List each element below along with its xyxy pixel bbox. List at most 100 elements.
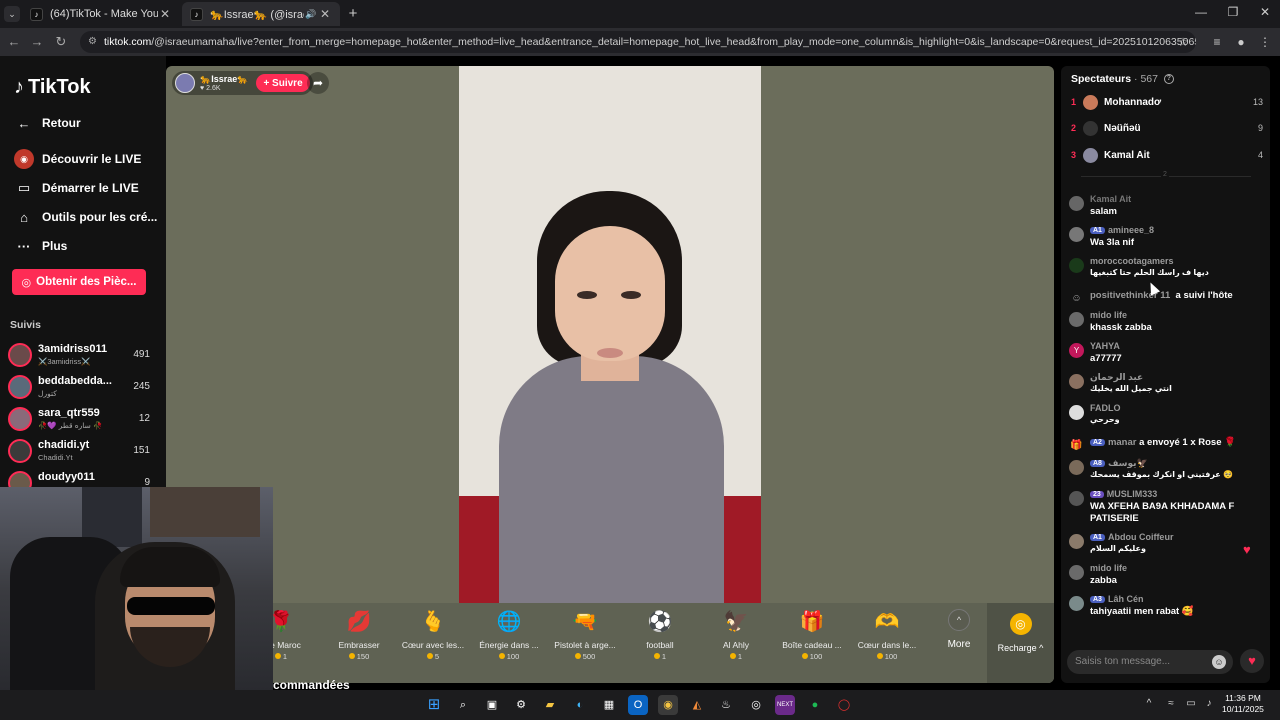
chat-username: A8 يوسف🦅 (1090, 458, 1148, 469)
tab-close-icon[interactable]: ✕ (158, 7, 172, 21)
gift-item[interactable]: 🦅 Al Ahly 1 (700, 609, 772, 669)
live-video[interactable] (459, 66, 761, 603)
avatar (8, 439, 32, 463)
taskbar-clock[interactable]: 11:36 PM 10/11/2025 (1222, 693, 1264, 715)
chat-message[interactable]: A3 Lâh Cén tahiyaatii men rabat 🥰 (1069, 594, 1265, 620)
following-account-row[interactable]: chadidi.yt Chadidi.Yt 151 (8, 437, 158, 467)
gift-username[interactable]: manar (1108, 437, 1137, 448)
video-streamer-eye (577, 291, 597, 299)
minimize-icon[interactable]: — (1186, 5, 1216, 19)
chat-message[interactable]: A1 amineee_8 Wa 3la nif (1069, 225, 1265, 251)
app-orange-icon[interactable]: ◭ (687, 695, 707, 715)
chat-text: انتي جميل الله يخليك (1090, 384, 1172, 393)
windows-taskbar: ⊞ ⌕ ▣ ⚙ ▰ ◐ ▦ O ◉ ◭ ♨ ◎ NEXT ● ◯ ^ ≈ ▭ ♪… (0, 690, 1280, 720)
share-icon[interactable]: ➦ (307, 72, 329, 94)
energy-globe-gift-icon: 🌐 (496, 611, 522, 633)
search-icon[interactable]: ⌕ (453, 695, 473, 715)
media-control-icon[interactable]: ≡ (1208, 35, 1226, 49)
follow-button[interactable]: + Suivre (256, 74, 310, 92)
get-coins-button[interactable]: ◎ Obtenir des Pièc... (12, 269, 146, 295)
file-explorer-icon[interactable]: ▰ (540, 695, 560, 715)
coin-icon (801, 653, 808, 659)
chat-message[interactable]: A8 يوسف🦅 عرفتيني او انكرك بموقف يسمحك 🥺 (1069, 458, 1265, 484)
browser-tab-tiktok-home[interactable]: ♪ (64)TikTok - Make Your Day ✕ (22, 2, 180, 26)
outlook-icon[interactable]: O (628, 695, 648, 715)
tab-list-menu-icon[interactable]: ⌄ (4, 6, 20, 22)
chat-message[interactable]: mido life zabba (1069, 563, 1265, 589)
chat-message[interactable]: moroccootagamers ديها ف راسك الحلم حتا ك… (1069, 256, 1265, 282)
recharge-button[interactable]: ◎ Recharge ^ (987, 603, 1054, 683)
chat-message-input[interactable]: Saisis ton message... (1067, 650, 1233, 674)
host-info: 🐆Issrae🐆 ♥ 2.6K (200, 74, 248, 92)
store-icon[interactable]: ▦ (599, 695, 619, 715)
gift-item[interactable]: 💋 Embrasser 150 (323, 609, 395, 669)
tray-chevron-up-icon[interactable]: ^ (1142, 698, 1156, 709)
wifi-icon[interactable]: ≈ (1164, 698, 1178, 709)
sidebar-item-discover-live[interactable]: ◉ Découvrir le LIVE (14, 149, 141, 169)
windows-start-icon[interactable]: ⊞ (424, 695, 444, 715)
tab-close-icon[interactable]: ✕ (318, 7, 332, 21)
chat-message[interactable]: mido life khassk zabba (1069, 310, 1265, 336)
tiktok-logo[interactable]: ♪ TikTok (14, 76, 91, 99)
more-gifts-button[interactable]: ^ More (934, 609, 984, 650)
top-viewer-row[interactable]: 1 Mohannadơ 13 (1071, 93, 1263, 111)
gift-price-value: 1 (282, 652, 288, 661)
settings-gear-icon[interactable]: ⚙ (511, 695, 531, 715)
avatar (1083, 120, 1098, 136)
steam-icon[interactable]: ♨ (716, 695, 736, 715)
sidebar-item-more[interactable]: ··· Plus (14, 236, 68, 256)
volume-icon[interactable]: ♪ (1202, 698, 1216, 709)
reload-icon[interactable]: ↻ (52, 34, 70, 50)
top-viewer-row[interactable]: 3 Kamal Ait 4 (1071, 146, 1263, 164)
chrome-icon[interactable]: ◉ (658, 695, 678, 715)
back-link[interactable]: ← Retour (14, 113, 81, 133)
gift-item[interactable]: ⚽ football 1 (624, 609, 696, 669)
forward-arrow-icon[interactable]: → (28, 34, 46, 49)
host-avatar[interactable] (175, 73, 195, 93)
sidebar-item-start-live[interactable]: ▭ Démarrer le LIVE (14, 178, 139, 198)
spotify-icon[interactable]: ● (805, 695, 825, 715)
app-ring-icon[interactable]: ◎ (746, 695, 766, 715)
bookmark-star-icon[interactable]: ☆ (1174, 35, 1192, 49)
top-viewer-row[interactable]: 2 Nəüñəü 9 (1071, 119, 1263, 137)
restore-icon[interactable]: ❐ (1218, 5, 1248, 19)
window-close-icon[interactable]: ✕ (1250, 5, 1280, 19)
app-next-icon[interactable]: NEXT (775, 695, 795, 715)
following-account-row[interactable]: 3amidriss011 ⚔️3amiιdriss⚔️ 491 (8, 341, 158, 371)
task-view-icon[interactable]: ▣ (482, 695, 502, 715)
gift-item[interactable]: 🔫 Pistolet à arge... 500 (549, 609, 621, 669)
gift-item[interactable]: 🎁 Boîte cadeau ... 100 (776, 609, 848, 669)
browser-tab-live[interactable]: ♪ 🐆Issrae🐆 (@israeumam... 🔊 ✕ (182, 2, 340, 26)
browser-menu-icon[interactable]: ⋮ (1256, 35, 1274, 49)
back-arrow-icon[interactable]: ← (5, 34, 23, 49)
chat-message[interactable]: Kamal Ait salam (1069, 194, 1265, 220)
emoji-icon[interactable]: ☺ (1212, 655, 1226, 669)
opera-icon[interactable]: ◯ (834, 695, 854, 715)
gift-item[interactable]: 🫰 Cœur avec les... 5 (397, 609, 469, 669)
chat-message[interactable]: عبد الرحمان انتي جميل الله يخليك (1069, 372, 1265, 398)
edge-browser-icon[interactable]: ◐ (570, 695, 590, 715)
host-name[interactable]: 🐆Issrae🐆 (200, 74, 248, 85)
network-icon[interactable]: ▭ (1184, 698, 1198, 709)
address-bar[interactable]: ⚙ tiktok.com/@israeumamaha/live?enter_fr… (80, 31, 1196, 53)
new-tab-icon[interactable]: + (344, 5, 362, 22)
avatar (1069, 312, 1084, 327)
gift-item[interactable]: 🫶 Cœur dans le... 100 (851, 609, 923, 669)
chat-message[interactable]: 23 MUSLIM333 WA XFEHA BA9A KHHADAMA F PAT… (1069, 489, 1265, 527)
heart-gift-icon[interactable]: ♥ (1240, 649, 1264, 673)
chat-username: عبد الرحمان (1090, 372, 1143, 383)
chat-message[interactable]: A1 Abdou Coiffeur وعليكم السلام (1069, 532, 1265, 558)
viewers-heading[interactable]: Spectateurs · 567 ? (1071, 73, 1174, 85)
following-account-row[interactable]: sara_qtr559 🥀💜 ﺳﺎﺭﻩ ﻗﻄﺮ 🥀 12 (8, 405, 158, 435)
chat-text: Wa 3la nif (1090, 237, 1134, 248)
site-info-icon[interactable]: ⚙ (88, 36, 97, 47)
following-account-row[interactable]: beddabedda... ﻛﺘﻮﺭﻝ 245 (8, 373, 158, 403)
tab-audio-icon[interactable]: 🔊 (304, 9, 318, 20)
info-icon[interactable]: ? (1163, 74, 1174, 85)
profile-avatar-icon[interactable]: ● (1232, 35, 1250, 49)
chat-message[interactable]: FADLO وحرحي (1069, 403, 1265, 429)
sidebar-item-creator-tools[interactable]: ⌂ Outils pour les cré... (14, 207, 157, 227)
chat-message[interactable]: Y YAHYA a77777 (1069, 341, 1265, 367)
gift-item[interactable]: 🌐 Énergie dans ... 100 (473, 609, 545, 669)
coin-icon: ◎ (21, 276, 32, 289)
